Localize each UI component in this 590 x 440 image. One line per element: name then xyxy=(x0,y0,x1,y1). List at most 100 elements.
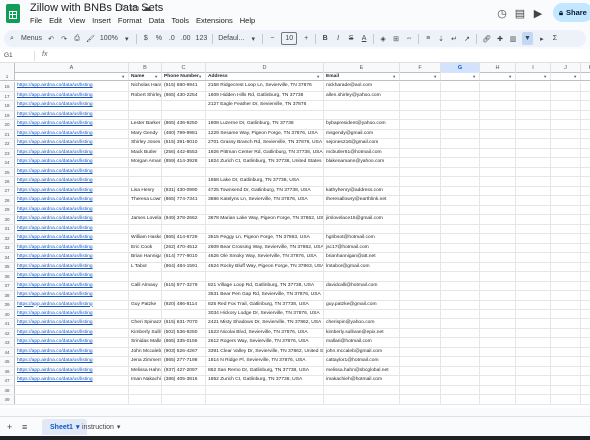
listing-url-cell[interactable]: https://app.airdna.co/data/us/listing xyxy=(15,158,129,167)
phone-cell[interactable] xyxy=(162,110,206,120)
empty-cell[interactable] xyxy=(581,244,590,252)
row-number[interactable]: 34 xyxy=(0,253,15,262)
insert-comment-icon[interactable]: ✚ xyxy=(496,32,504,45)
phone-cell[interactable]: (859) 414-3928 xyxy=(162,158,206,167)
empty-cell[interactable] xyxy=(441,82,480,91)
empty-cell[interactable] xyxy=(516,186,551,196)
listing-url-cell[interactable]: https://app.airdna.co/data/us/listing xyxy=(15,148,129,158)
name-cell[interactable] xyxy=(129,177,162,186)
empty-cell[interactable] xyxy=(441,272,480,281)
address-cell[interactable]: 1523 Nicolai Blvd, Sevierville, TN 37876… xyxy=(206,328,324,338)
italic-icon[interactable]: I xyxy=(334,32,342,45)
header-cell-address[interactable]: Address xyxy=(206,73,324,81)
empty-cell[interactable] xyxy=(480,357,516,366)
empty-cell[interactable] xyxy=(400,272,441,281)
empty-cell[interactable] xyxy=(516,357,551,366)
phone-cell[interactable]: (865) 277-7198 xyxy=(162,357,206,366)
address-cell[interactable]: 862 San Remo Dr, Gatlinburg, TN 37738, U… xyxy=(206,366,324,376)
address-cell[interactable]: 2701 Grassy Branch Rd, Sevierville, TN 3… xyxy=(206,139,324,148)
email-cell[interactable] xyxy=(324,272,400,281)
address-cell[interactable]: 1658 Lake Dr, Gatlinburg, TN 37738, USA xyxy=(206,177,324,186)
currency-format-button[interactable]: $ xyxy=(142,32,150,45)
phone-cell[interactable] xyxy=(162,167,206,177)
menu-file[interactable]: File xyxy=(30,16,42,25)
column-header-h[interactable]: H xyxy=(480,63,516,73)
empty-cell[interactable] xyxy=(441,319,480,328)
empty-cell[interactable] xyxy=(516,291,551,300)
row-number[interactable]: 38 xyxy=(0,291,15,300)
empty-cell[interactable] xyxy=(480,186,516,196)
cloud-saved-icon[interactable]: ☁ xyxy=(142,3,152,14)
phone-cell[interactable]: (937) 427-2097 xyxy=(162,366,206,376)
column-header-a[interactable]: A xyxy=(15,63,129,73)
row-number[interactable]: 49 xyxy=(0,395,15,404)
all-sheets-button[interactable]: ≡ xyxy=(22,422,27,432)
name-cell[interactable]: Theresa Lowry xyxy=(129,196,162,205)
empty-cell[interactable] xyxy=(551,366,581,376)
bold-icon[interactable]: B xyxy=(321,32,329,45)
empty-cell[interactable] xyxy=(480,395,516,404)
name-cell[interactable] xyxy=(129,110,162,120)
email-cell[interactable] xyxy=(324,395,400,404)
empty-cell[interactable] xyxy=(551,205,581,215)
empty-cell[interactable] xyxy=(441,110,480,120)
email-cell[interactable]: guy.patzke@gmail.com xyxy=(324,300,400,309)
menu-tools[interactable]: Tools xyxy=(172,16,190,25)
empty-cell[interactable] xyxy=(400,262,441,272)
name-cell[interactable] xyxy=(129,395,162,404)
listing-url-cell[interactable]: https://app.airdna.co/data/us/listing xyxy=(15,243,129,253)
name-cell[interactable]: Jena Zimmerman xyxy=(129,357,162,366)
column-header-i[interactable]: I xyxy=(516,63,551,73)
email-cell[interactable]: melissa.hahn@sbcglobal.net xyxy=(324,366,400,376)
zoom-select[interactable]: 100% xyxy=(100,32,118,45)
empty-cell[interactable] xyxy=(581,395,590,403)
text-rotation-icon[interactable]: ↗ xyxy=(463,32,471,45)
empty-cell[interactable] xyxy=(581,348,590,356)
address-cell[interactable] xyxy=(206,385,324,395)
empty-cell[interactable] xyxy=(400,291,441,300)
phone-cell[interactable]: (614) 777-9010 xyxy=(162,253,206,262)
phone-cell[interactable]: (615) 391-9010 xyxy=(162,139,206,148)
empty-cell[interactable] xyxy=(581,291,590,299)
listing-url-cell[interactable]: https://app.airdna.co/data/us/listing xyxy=(15,167,129,177)
filter-views-icon[interactable]: ▸ xyxy=(538,32,546,45)
borders-icon[interactable]: ⊞ xyxy=(392,32,400,45)
print-icon[interactable]: ⎙ xyxy=(73,32,81,45)
empty-cell[interactable] xyxy=(516,224,551,234)
listing-url-cell[interactable]: https://app.airdna.co/data/us/listing xyxy=(15,291,129,300)
filter-icon[interactable]: ▼ xyxy=(522,32,533,45)
row-number[interactable]: 31 xyxy=(0,224,15,234)
column-header-f[interactable]: F xyxy=(400,63,441,73)
empty-cell[interactable] xyxy=(480,101,516,110)
empty-cell[interactable] xyxy=(400,385,441,395)
listing-url-cell[interactable]: https://app.airdna.co/data/us/listing xyxy=(15,300,129,309)
listing-url-cell[interactable]: https://app.airdna.co/data/us/listing xyxy=(15,129,129,139)
listing-url-cell[interactable]: https://app.airdna.co/data/us/listing xyxy=(15,328,129,338)
empty-cell[interactable] xyxy=(480,129,516,139)
row-number[interactable]: 35 xyxy=(0,262,15,272)
name-cell[interactable]: Kimberly Sullivan xyxy=(129,328,162,338)
empty-cell[interactable] xyxy=(441,234,480,243)
empty-cell[interactable] xyxy=(551,347,581,357)
empty-cell[interactable] xyxy=(551,319,581,328)
empty-cell[interactable] xyxy=(480,253,516,262)
empty-cell[interactable] xyxy=(581,101,590,109)
empty-cell[interactable] xyxy=(581,168,590,176)
empty-cell[interactable] xyxy=(441,167,480,177)
listing-url-cell[interactable]: https://app.airdna.co/data/us/listing xyxy=(15,366,129,376)
address-cell[interactable] xyxy=(206,395,324,404)
email-cell[interactable] xyxy=(324,110,400,120)
empty-cell[interactable] xyxy=(516,272,551,281)
empty-cell[interactable] xyxy=(516,215,551,224)
increase-decimal-button[interactable]: .00 xyxy=(181,32,191,45)
name-cell[interactable]: L Tabor xyxy=(129,262,162,272)
row-number[interactable]: 42 xyxy=(0,328,15,338)
empty-cell[interactable] xyxy=(516,167,551,177)
row-number[interactable]: 27 xyxy=(0,186,15,196)
row-number[interactable]: 47 xyxy=(0,376,15,385)
email-cell[interactable] xyxy=(324,205,400,215)
listing-url-cell[interactable]: https://app.airdna.co/data/us/listing xyxy=(15,82,129,91)
empty-cell[interactable] xyxy=(400,139,441,148)
empty-cell[interactable] xyxy=(441,291,480,300)
address-cell[interactable]: 3531 Bear Pen Gap Rd, Sevierville, TN 37… xyxy=(206,291,324,300)
